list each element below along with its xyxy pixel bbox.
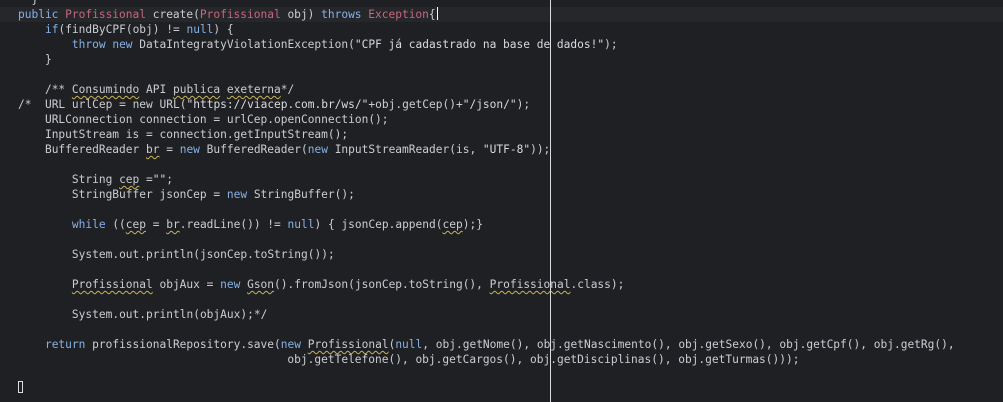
code-area[interactable]: }public Profissional create(Profissional… [0, 0, 1003, 367]
code-line[interactable]: obj.getTelefone(), obj.getCargos(), obj.… [18, 352, 1003, 367]
code-text: return profissionalRepository.save(new P… [44, 338, 955, 351]
code-line[interactable]: /* URL urlCep = new URL("https://viacep.… [18, 97, 1003, 112]
code-text: System.out.println(objAux);*/ [71, 308, 268, 321]
code-token: Exception [368, 8, 429, 21]
code-line[interactable]: if(findByCPF(obj) != null) { [18, 22, 1003, 37]
code-text: URLConnection connection = urlCep.openCo… [44, 113, 389, 126]
code-line[interactable]: public Profissional create(Profissional … [0, 7, 1003, 22]
code-token: public [18, 8, 66, 21]
code-text: } [44, 53, 52, 66]
code-line[interactable]: System.out.println(objAux);*/ [18, 307, 1003, 322]
code-text: while ((cep = br.readLine()) != null) { … [71, 218, 483, 231]
code-line[interactable] [18, 67, 1003, 82]
code-token: obj) [287, 8, 322, 21]
code-token: { [428, 8, 436, 21]
code-line[interactable] [18, 292, 1003, 307]
code-line[interactable]: return profissionalRepository.save(new P… [18, 337, 1003, 352]
code-line[interactable]: StringBuffer jsonCep = new StringBuffer(… [18, 187, 1003, 202]
code-line[interactable]: BufferedReader br = new BufferedReader(n… [18, 142, 1003, 157]
print-margin-guide [550, 0, 551, 402]
code-text: /* URL urlCep = new URL("https://viacep.… [18, 98, 531, 111]
code-text: String cep =""; [71, 173, 173, 186]
code-line[interactable] [18, 322, 1003, 337]
code-text: if(findByCPF(obj) != null) { [44, 23, 234, 36]
code-line[interactable]: while ((cep = br.readLine()) != null) { … [18, 217, 1003, 232]
code-line[interactable]: System.out.println(jsonCep.toString()); [18, 247, 1003, 262]
code-line[interactable] [18, 262, 1003, 277]
code-token: Profissional [199, 8, 288, 21]
code-line[interactable]: } [18, 0, 1003, 7]
code-token: Profissional [65, 8, 153, 21]
code-token: create( [152, 8, 200, 21]
code-line[interactable] [18, 157, 1003, 172]
code-line[interactable]: URLConnection connection = urlCep.openCo… [18, 112, 1003, 127]
code-line[interactable]: Profissional objAux = new Gson().fromJso… [18, 277, 1003, 292]
code-line[interactable]: throw new DataIntegratyViolationExceptio… [18, 37, 1003, 52]
code-line[interactable]: } [18, 52, 1003, 67]
code-text: BufferedReader br = new BufferedReader(n… [44, 143, 551, 156]
code-line[interactable]: String cep =""; [18, 172, 1003, 187]
code-editor[interactable]: }public Profissional create(Profissional… [0, 0, 1003, 402]
code-line[interactable] [18, 202, 1003, 217]
code-text: Profissional objAux = new Gson().fromJso… [71, 278, 625, 291]
code-line[interactable]: InputStream is = connection.getInputStre… [18, 127, 1003, 142]
code-line[interactable]: /** Consumindo API publica exeterna*/ [18, 82, 1003, 97]
code-text: /** Consumindo API publica exeterna*/ [44, 83, 295, 96]
code-text: throw new DataIntegratyViolationExceptio… [71, 38, 618, 51]
bookmark-marker-icon [18, 381, 23, 393]
code-text: obj.getTelefone(), obj.getCargos(), obj.… [287, 353, 800, 366]
code-text: InputStream is = connection.getInputStre… [44, 128, 349, 141]
code-token: throws [321, 8, 369, 21]
code-line[interactable] [18, 232, 1003, 247]
code-text: System.out.println(jsonCep.toString()); [71, 248, 335, 261]
code-text: StringBuffer jsonCep = new StringBuffer(… [71, 188, 355, 201]
code-text: } [31, 0, 38, 6]
text-caret [436, 7, 438, 20]
